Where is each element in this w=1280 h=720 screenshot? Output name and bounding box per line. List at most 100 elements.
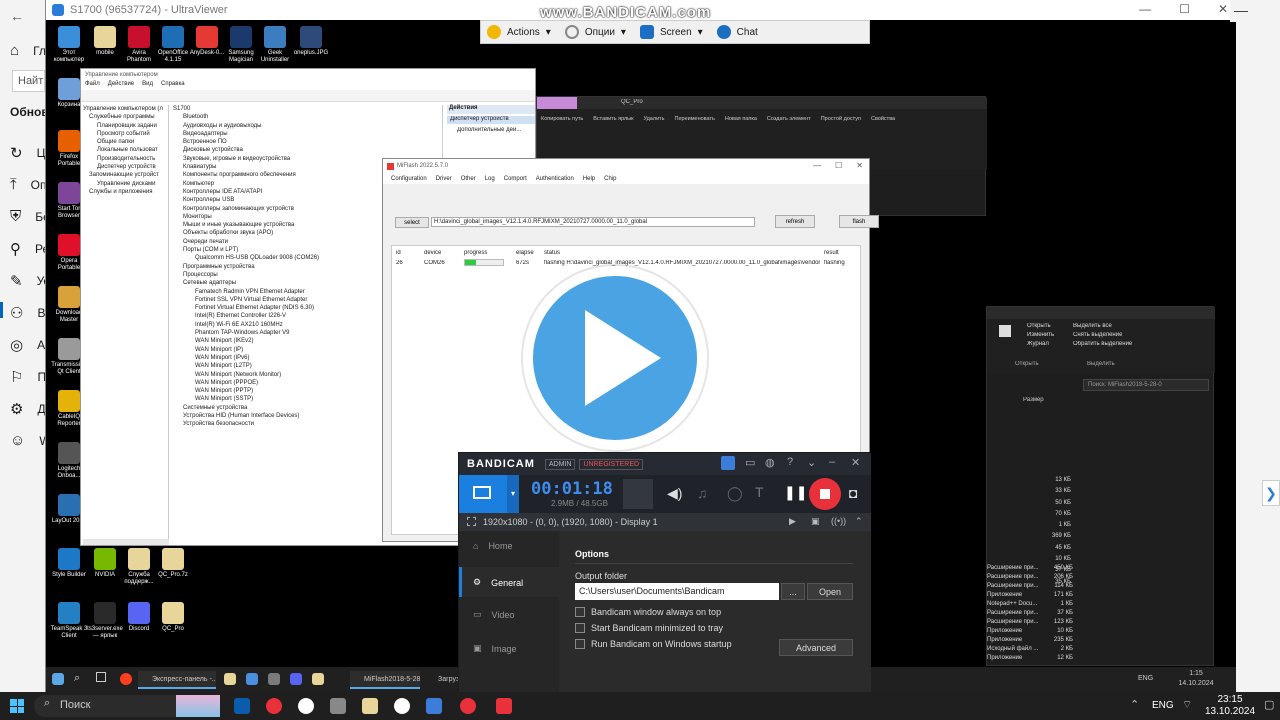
remote-lang[interactable]: ENG — [1138, 675, 1153, 682]
select-all-button[interactable]: Выделить все — [1073, 323, 1112, 329]
screen-mode-button[interactable] — [459, 475, 507, 513]
mmc-tree-item[interactable]: Диспетчер устройств — [83, 163, 168, 171]
refresh-button[interactable]: refresh — [775, 215, 815, 228]
help-icon[interactable]: ? — [787, 456, 793, 468]
screen-button[interactable]: Screen ▾ — [639, 25, 703, 39]
host-search-input[interactable]: Найти — [12, 70, 45, 92]
stop-button[interactable] — [809, 478, 841, 510]
lock-icon[interactable] — [721, 456, 735, 470]
desktop-icon[interactable]: Discord — [120, 602, 158, 633]
device-tree-item[interactable]: Видеоадаптеры — [173, 130, 442, 138]
open-folder-button[interactable]: Open — [807, 583, 853, 600]
checkbox[interactable] — [575, 639, 585, 649]
action-item[interactable]: Диспетчер устройств — [447, 116, 535, 124]
explorer-tab[interactable] — [537, 97, 577, 109]
mmc-tree-item[interactable]: Планировщик задани — [83, 122, 168, 130]
deselect-button[interactable]: Снять выделение — [1073, 332, 1122, 338]
remote-date[interactable]: 14.10.2024 — [1176, 680, 1216, 687]
file-row[interactable]: Приложение 235 КБ — [987, 637, 1087, 646]
file-row[interactable]: Приложение 171 КБ — [987, 592, 1087, 601]
host-nav-item[interactable]: ⚐Пл — [10, 368, 46, 386]
maximize-icon[interactable]: ☐ — [835, 161, 842, 170]
file-row[interactable]: Расширение при... 114 КБ — [987, 583, 1087, 592]
desktop-icon[interactable]: Служба поддерж... — [120, 548, 158, 586]
file-row[interactable]: Расширение при... 450 КБ — [987, 565, 1087, 574]
desktop-icon[interactable]: TeamSpeak 3 Client — [50, 602, 88, 640]
options-button[interactable]: Опции ▾ — [564, 25, 626, 39]
side-image[interactable]: ▣ Image — [473, 643, 517, 654]
uv-side-handle[interactable]: ❯ — [1262, 480, 1280, 506]
back-arrow-icon[interactable]: ← — [10, 8, 24, 24]
file-row[interactable]: Расширение при... 206 КБ — [987, 574, 1087, 583]
host-time[interactable]: 23:15 — [1200, 694, 1260, 705]
camera-icon[interactable]: ◘ — [849, 485, 857, 501]
explorer-search-input[interactable]: Поиск: MiFlash2018-5-28-0 — [1083, 379, 1209, 391]
collapse-icon[interactable]: ⌄ — [807, 456, 816, 469]
invert-selection-button[interactable]: Обратить выделение — [1073, 341, 1132, 347]
horizontal-scrollbar[interactable] — [83, 539, 169, 545]
rom-path-input[interactable]: H:\davinci_global_images_V12.1.4.0.RFJMI… — [431, 217, 755, 227]
side-video[interactable]: ▭ Video — [473, 609, 514, 620]
side-general[interactable]: ⚙ General — [473, 577, 523, 588]
desktop-icon[interactable]: Этот компьютер — [50, 26, 88, 64]
start-minimized-option[interactable]: Start Bandicam minimized to tray — [575, 623, 723, 633]
desktop-icon[interactable]: Samsung Magician — [222, 26, 260, 64]
ribbon-button[interactable]: Вставить ярлык — [593, 116, 633, 122]
open-button[interactable]: Открыть — [1027, 323, 1051, 329]
host-nav-item[interactable]: ⚇Воз — [10, 304, 46, 322]
taskbar-app-miflash-folder[interactable]: MiFlash2018-5-28-0 — [350, 671, 420, 689]
mmc-tree-item[interactable]: Служебные программы — [83, 113, 168, 121]
host-nav-item[interactable]: ⤒ Оп — [10, 176, 46, 193]
ribbon-button[interactable]: Простой доступ — [821, 116, 861, 122]
mmc-tree-item[interactable]: Общие папки — [83, 138, 168, 146]
host-nav-item[interactable]: ☺Wi — [10, 432, 46, 449]
host-nav-item[interactable]: ⛨Без — [10, 208, 46, 225]
webcam-overlay-icon[interactable]: ▶ — [789, 516, 796, 527]
speaker-icon[interactable]: ◀) — [667, 485, 682, 502]
device-tree-item[interactable]: Аудиовходы и аудиовыходы — [173, 122, 442, 130]
mic-icon[interactable]: ♫ — [697, 485, 708, 501]
minimize-icon[interactable]: — — [1234, 2, 1248, 18]
mmc-tree-item[interactable]: Просмотр событий — [83, 130, 168, 138]
minimize-icon[interactable]: – — [829, 456, 835, 468]
app-icon[interactable] — [246, 673, 258, 685]
close-icon[interactable]: ✕ — [856, 161, 863, 170]
miflash-menu-item[interactable]: Chip — [604, 176, 616, 184]
start-icon[interactable] — [52, 673, 64, 685]
run-on-startup-option[interactable]: Run Bandicam on Windows startup — [575, 639, 732, 649]
discord-icon[interactable] — [290, 673, 302, 685]
host-nav-item[interactable]: ◎Ак — [10, 336, 46, 354]
mmc-menu-item[interactable]: Действие — [108, 81, 134, 90]
yandex-icon[interactable] — [394, 698, 410, 714]
search-icon[interactable]: ⌕ — [74, 672, 80, 685]
device-tree-item[interactable]: Встроенное ПО — [173, 138, 442, 146]
size-column-header[interactable]: Размер — [1023, 397, 1044, 403]
task-view-icon[interactable] — [96, 672, 106, 682]
remote-time[interactable]: 1:15 — [1176, 670, 1216, 677]
yandex-icon[interactable] — [120, 673, 132, 685]
app-icon[interactable] — [496, 698, 512, 714]
desktop-icon[interactable]: QC_Pro.7z — [154, 548, 192, 579]
mmc-tree-item[interactable]: Управление компьютером (л — [83, 105, 168, 113]
desktop-icon[interactable]: Avira Phantom — [120, 26, 158, 64]
host-nav-item[interactable]: ⚲Ре — [10, 240, 46, 258]
file-row[interactable]: Приложение 12 КБ — [987, 655, 1087, 664]
edit-button[interactable]: Изменить — [1027, 332, 1054, 338]
folder-icon[interactable]: ▭ — [745, 456, 755, 469]
ribbon-button[interactable]: Переименовать — [675, 116, 715, 122]
checkbox[interactable] — [575, 623, 585, 633]
text-icon[interactable]: T — [755, 484, 764, 500]
browse-button[interactable]: ... — [781, 583, 805, 600]
mmc-menu-item[interactable]: Справка — [161, 81, 185, 90]
mode-dropdown[interactable]: ▾ — [507, 475, 519, 513]
close-icon[interactable]: ✕ — [1218, 2, 1228, 16]
device-tree-item[interactable]: Bluetooth — [173, 113, 442, 121]
desktop-icon[interactable]: AnyDesk-0... — [188, 26, 226, 57]
chevron-up-icon[interactable]: ⌃ — [855, 516, 863, 527]
mmc-menu-item[interactable]: Файл — [85, 81, 100, 90]
mmc-tree-item[interactable]: Производительность — [83, 155, 168, 163]
select-button[interactable]: select — [395, 217, 429, 228]
host-nav-item[interactable]: ⌂ Гл — [10, 42, 46, 59]
webcam-button[interactable] — [623, 479, 653, 509]
app-icon[interactable] — [224, 673, 236, 685]
